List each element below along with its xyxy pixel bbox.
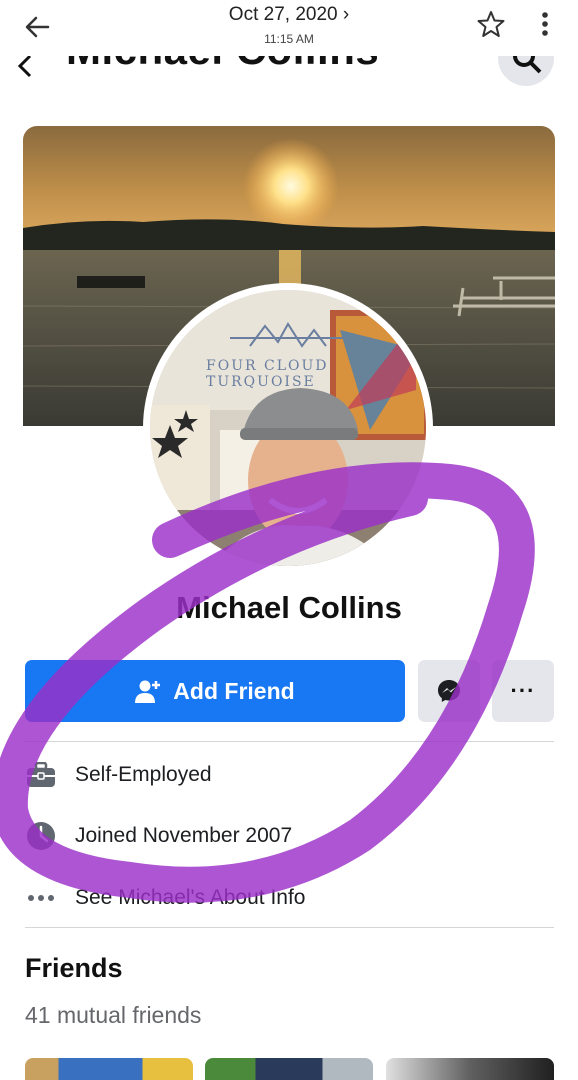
clock-icon bbox=[25, 820, 57, 852]
divider bbox=[25, 927, 554, 928]
friends-heading: Friends bbox=[25, 953, 123, 983]
info-about-link[interactable]: See Michael's About Info bbox=[25, 878, 554, 918]
profile-photo bbox=[150, 290, 426, 566]
friend-thumbnail[interactable] bbox=[205, 1058, 373, 1080]
add-friend-icon bbox=[135, 680, 161, 703]
back-chevron-icon[interactable] bbox=[14, 54, 38, 78]
profile-picture[interactable]: FOUR CLOUD TURQUOISE bbox=[143, 283, 433, 573]
message-button[interactable] bbox=[418, 660, 480, 722]
photo-viewer-bar: Oct 27, 2020 › 11:15 AM bbox=[0, 0, 578, 56]
work-text: Self-Employed bbox=[75, 763, 212, 786]
info-work: Self-Employed bbox=[25, 755, 554, 795]
messenger-icon bbox=[438, 680, 460, 702]
more-vert-icon[interactable] bbox=[532, 9, 558, 39]
ellipsis-icon bbox=[25, 882, 57, 914]
add-friend-button[interactable]: Add Friend bbox=[25, 660, 405, 722]
friend-thumbnail[interactable] bbox=[386, 1058, 554, 1080]
profile-name: Michael Collins bbox=[176, 590, 402, 625]
briefcase-icon bbox=[25, 759, 57, 791]
more-horizontal-icon: ··· bbox=[510, 678, 536, 703]
divider bbox=[25, 741, 554, 742]
watermark-text: FOUR CLOUD TURQUOISE bbox=[206, 358, 329, 390]
friend-thumbnail[interactable] bbox=[25, 1058, 193, 1080]
add-friend-label: Add Friend bbox=[173, 677, 295, 704]
more-options-button[interactable]: ··· bbox=[492, 660, 554, 722]
star-icon[interactable] bbox=[476, 9, 506, 39]
mutual-friends-count[interactable]: 41 mutual friends bbox=[25, 1002, 201, 1029]
info-joined: Joined November 2007 bbox=[25, 816, 554, 856]
about-link-text: See Michael's About Info bbox=[75, 886, 306, 909]
joined-text: Joined November 2007 bbox=[75, 824, 293, 847]
